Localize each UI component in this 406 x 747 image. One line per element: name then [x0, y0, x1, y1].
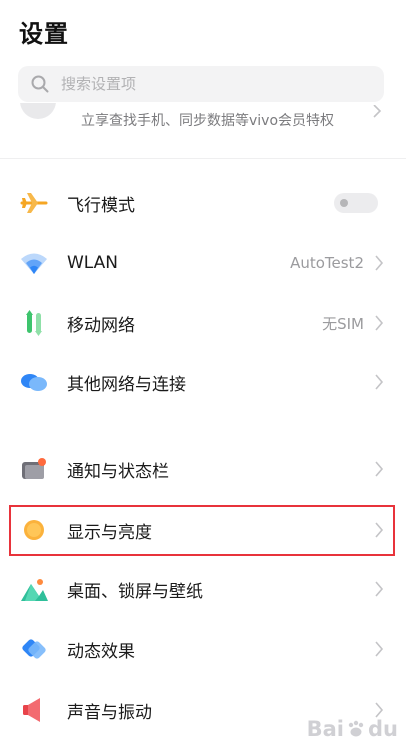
- chevron-right-icon: [375, 315, 384, 331]
- row-label: 桌面、锁屏与壁纸: [67, 581, 203, 602]
- account-card[interactable]: 立享查找手机、同步数据等vivo会员特权: [0, 103, 406, 133]
- chevron-right-icon: [375, 702, 384, 718]
- row-other-networks[interactable]: 其他网络与连接: [0, 354, 406, 410]
- row-desktop-wallpaper[interactable]: 桌面、锁屏与壁纸: [0, 561, 406, 617]
- chevron-right-icon: [375, 374, 384, 390]
- settings-screen: 设置 立享查找手机、同步数据等vivo会员特权 飞行模式: [0, 0, 406, 747]
- sim-status: 无SIM: [322, 314, 364, 333]
- row-airplane-mode[interactable]: 飞行模式: [0, 175, 406, 231]
- search-bar[interactable]: [18, 66, 384, 102]
- row-label: 声音与振动: [67, 702, 152, 723]
- watermark-text-right: du: [368, 717, 398, 741]
- airplane-icon: [19, 188, 49, 218]
- wallpaper-icon: [19, 574, 49, 604]
- row-label: WLAN: [67, 253, 119, 273]
- wifi-icon: [19, 248, 49, 278]
- highlight-box: [9, 505, 395, 556]
- mobile-network-icon: [19, 308, 49, 338]
- chevron-right-icon: [375, 581, 384, 597]
- account-subtitle: 立享查找手机、同步数据等vivo会员特权: [81, 113, 335, 129]
- wlan-network-name: AutoTest2: [290, 254, 364, 272]
- search-icon: [31, 75, 49, 93]
- row-label: 移动网络: [67, 315, 135, 336]
- speaker-icon: [19, 695, 49, 725]
- row-label: 飞行模式: [67, 195, 135, 216]
- divider: [0, 158, 406, 159]
- chevron-right-icon: [373, 105, 382, 118]
- chevron-right-icon: [375, 255, 384, 271]
- row-label: 动态效果: [67, 641, 135, 662]
- paw-icon: [348, 720, 364, 737]
- search-input[interactable]: [59, 74, 363, 94]
- row-dynamic-effects[interactable]: 动态效果: [0, 621, 406, 677]
- cloud-network-icon: [19, 367, 49, 397]
- notification-bar-icon: [19, 454, 49, 484]
- row-wlan[interactable]: WLAN AutoTest2: [0, 235, 406, 291]
- baidu-watermark: Bai du: [307, 717, 398, 741]
- chevron-right-icon: [375, 641, 384, 657]
- dynamic-effect-icon: [19, 634, 49, 664]
- chevron-right-icon: [375, 461, 384, 477]
- avatar: [20, 103, 56, 119]
- watermark-text-left: Bai: [306, 717, 345, 741]
- toggle-knob: [340, 199, 348, 207]
- row-label: 其他网络与连接: [67, 374, 186, 395]
- row-label: 通知与状态栏: [67, 461, 169, 482]
- airplane-toggle[interactable]: [334, 193, 378, 213]
- page-title: 设置: [19, 20, 69, 48]
- row-notification-status-bar[interactable]: 通知与状态栏: [0, 441, 406, 497]
- row-mobile-network[interactable]: 移动网络 无SIM: [0, 295, 406, 351]
